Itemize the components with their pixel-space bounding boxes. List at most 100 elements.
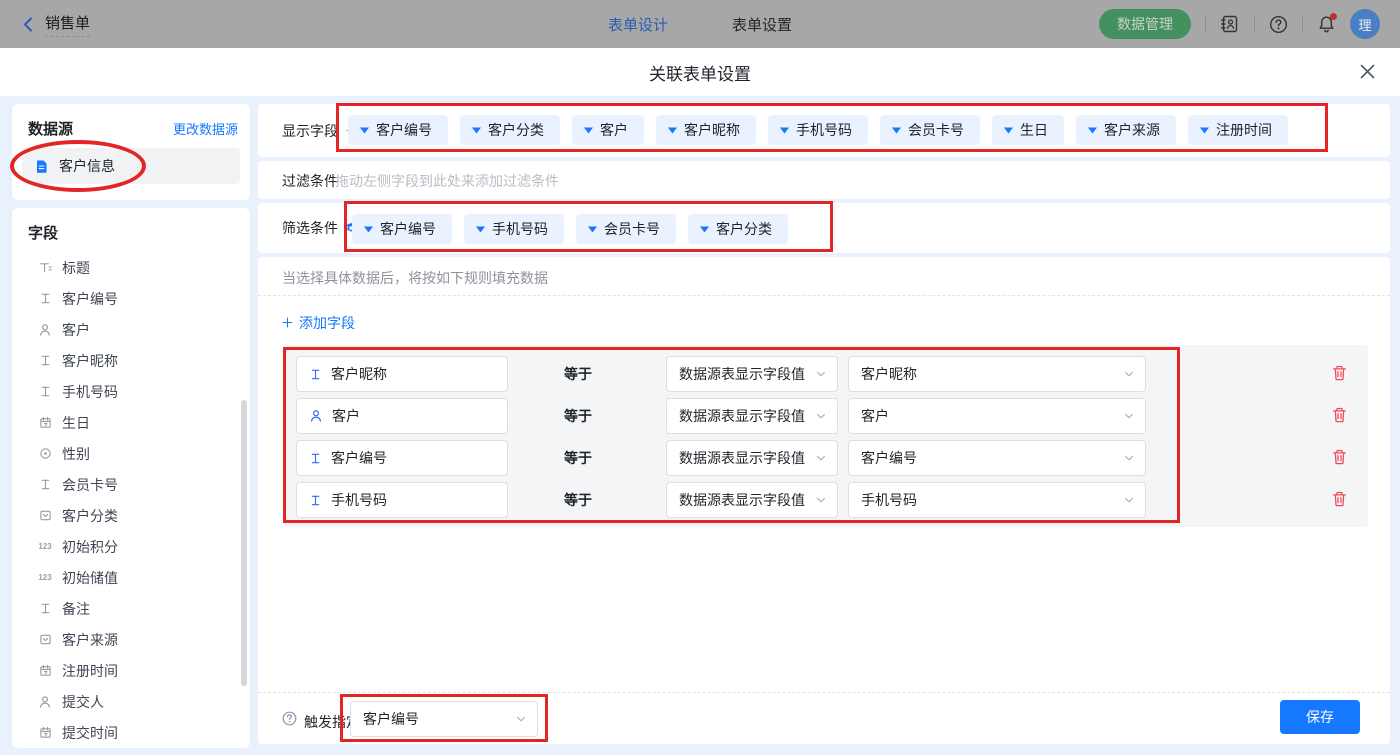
field-item[interactable]: 客户昵称 xyxy=(12,345,250,376)
field-item-label: 提交人 xyxy=(62,692,104,712)
chip-label: 客户分类 xyxy=(716,219,772,239)
fields-scrollbar[interactable] xyxy=(241,400,247,686)
triangle-down-icon xyxy=(892,127,901,134)
field-chip[interactable]: 手机号码 xyxy=(464,214,564,244)
chevron-down-icon xyxy=(1123,494,1135,506)
field-chip[interactable]: 会员卡号 xyxy=(880,115,980,145)
tab-form-settings[interactable]: 表单设置 xyxy=(732,14,792,35)
save-button[interactable]: 保存 xyxy=(1280,700,1360,734)
text-icon xyxy=(38,602,52,615)
field-item[interactable]: 123初始储值 xyxy=(12,562,250,593)
rule-target-field[interactable]: 手机号码 xyxy=(296,482,508,518)
field-item-label: 性别 xyxy=(62,444,90,464)
trigger-help-icon[interactable] xyxy=(282,711,297,726)
trash-icon[interactable] xyxy=(1332,407,1347,423)
field-chip[interactable]: 客户分类 xyxy=(688,214,788,244)
field-item[interactable]: 性别 xyxy=(12,438,250,469)
rule-source-select[interactable]: 数据源表显示字段值 xyxy=(666,398,838,434)
triangle-down-icon xyxy=(472,127,481,134)
field-item[interactable]: 123初始积分 xyxy=(12,531,250,562)
fields-card: 字段 标题客户编号客户客户昵称手机号码生日性别会员卡号客户分类123初始积分12… xyxy=(12,208,250,748)
user-icon xyxy=(38,323,52,337)
field-item[interactable]: 标题 xyxy=(12,252,250,283)
field-item[interactable]: 生日 xyxy=(12,407,250,438)
chip-label: 生日 xyxy=(1020,120,1048,140)
field-item-label: 客户 xyxy=(62,320,90,340)
field-chip[interactable]: 客户 xyxy=(572,115,644,145)
rule-target-field[interactable]: 客户 xyxy=(296,398,508,434)
back-button[interactable]: 销售单 xyxy=(20,12,90,37)
rule-row: 客户昵称等于数据源表显示字段值客户昵称 xyxy=(284,356,1368,392)
field-chip[interactable]: 客户昵称 xyxy=(656,115,756,145)
trigger-formula-select[interactable]: 客户编号 xyxy=(350,701,538,737)
field-item-label: 客户编号 xyxy=(62,289,118,309)
divider xyxy=(258,295,1390,296)
chip-label: 客户分类 xyxy=(488,120,544,140)
field-item-label: 客户昵称 xyxy=(62,351,118,371)
rule-value-select[interactable]: 客户编号 xyxy=(848,440,1146,476)
field-item-label: 客户分类 xyxy=(62,506,118,526)
triangle-down-icon xyxy=(360,127,369,134)
filter-dropzone[interactable]: 拖动左侧字段到此处来添加过滤条件 xyxy=(335,171,559,191)
field-item[interactable]: 客户分类 xyxy=(12,500,250,531)
field-chip[interactable]: 生日 xyxy=(992,115,1064,145)
field-item[interactable]: 客户 xyxy=(12,314,250,345)
close-icon[interactable] xyxy=(1359,63,1376,80)
rule-value-select[interactable]: 手机号码 xyxy=(848,482,1146,518)
modal-title: 关联表单设置 xyxy=(0,48,1400,96)
chevron-down-icon xyxy=(815,368,827,380)
fill-rules-card: 当选择具体数据后，将按如下规则填充数据 添加字段 客户昵称等于数据源表显示字段值… xyxy=(258,257,1390,744)
chevron-down-icon xyxy=(815,410,827,422)
datasource-selected-item[interactable]: 客户信息 xyxy=(22,148,240,184)
rule-source-value: 数据源表显示字段值 xyxy=(679,448,805,468)
equals-label: 等于 xyxy=(564,440,614,476)
display-field-chips: 客户编号 客户分类 客户客户昵称手机号码会员卡号 生日 客户来源注册时间 xyxy=(348,115,1288,145)
trash-icon[interactable] xyxy=(1332,449,1347,465)
field-chip[interactable]: 会员卡号 xyxy=(576,214,676,244)
chip-label: 手机号码 xyxy=(492,219,548,239)
rules-hint: 当选择具体数据后，将按如下规则填充数据 xyxy=(282,268,548,288)
datasource-selected-label: 客户信息 xyxy=(59,156,115,176)
notification-bell-icon[interactable] xyxy=(1317,15,1336,34)
tab-form-design[interactable]: 表单设计 xyxy=(608,14,668,35)
rule-value-select[interactable]: 客户 xyxy=(848,398,1146,434)
rule-source-select[interactable]: 数据源表显示字段值 xyxy=(666,356,838,392)
field-item-label: 生日 xyxy=(62,413,90,433)
change-datasource-link[interactable]: 更改数据源 xyxy=(173,119,238,138)
avatar[interactable]: 理 xyxy=(1350,9,1380,39)
rule-source-select[interactable]: 数据源表显示字段值 xyxy=(666,482,838,518)
trash-icon[interactable] xyxy=(1332,491,1347,507)
rule-field-label: 客户昵称 xyxy=(331,364,387,384)
form-doc-icon xyxy=(34,159,49,174)
field-item[interactable]: 提交时间 xyxy=(12,717,250,748)
text-icon xyxy=(38,292,52,305)
rule-source-select[interactable]: 数据源表显示字段值 xyxy=(666,440,838,476)
field-item[interactable]: 手机号码 xyxy=(12,376,250,407)
data-manage-button[interactable]: 数据管理 xyxy=(1099,9,1191,39)
add-rule-field-button[interactable]: 添加字段 xyxy=(282,313,355,333)
field-item[interactable]: 客户编号 xyxy=(12,283,250,314)
field-item[interactable]: 会员卡号 xyxy=(12,469,250,500)
text-icon xyxy=(38,354,52,367)
display-fields-label: 显示字段 xyxy=(282,121,338,141)
rule-value-select[interactable]: 客户昵称 xyxy=(848,356,1146,392)
field-item[interactable]: 备注 xyxy=(12,593,250,624)
address-book-icon[interactable] xyxy=(1220,14,1240,34)
radio-icon xyxy=(38,447,52,460)
field-chip[interactable]: 客户来源 xyxy=(1076,115,1176,145)
field-chip[interactable]: 注册时间 xyxy=(1188,115,1288,145)
trash-icon[interactable] xyxy=(1332,365,1347,381)
field-chip[interactable]: 手机号码 xyxy=(768,115,868,145)
rule-target-field[interactable]: 客户编号 xyxy=(296,440,508,476)
field-item[interactable]: 提交人 xyxy=(12,686,250,717)
field-chip[interactable]: 客户分类 xyxy=(460,115,560,145)
field-item[interactable]: 客户来源 xyxy=(12,624,250,655)
field-chip[interactable]: 客户编号 xyxy=(352,214,452,244)
field-item[interactable]: 注册时间 xyxy=(12,655,250,686)
triangle-down-icon xyxy=(588,226,597,233)
help-icon[interactable] xyxy=(1269,15,1288,34)
field-chip[interactable]: 客户编号 xyxy=(348,115,448,145)
rule-target-field[interactable]: 客户昵称 xyxy=(296,356,508,392)
form-name[interactable]: 销售单 xyxy=(45,12,90,37)
number-icon: 123 xyxy=(38,542,52,551)
